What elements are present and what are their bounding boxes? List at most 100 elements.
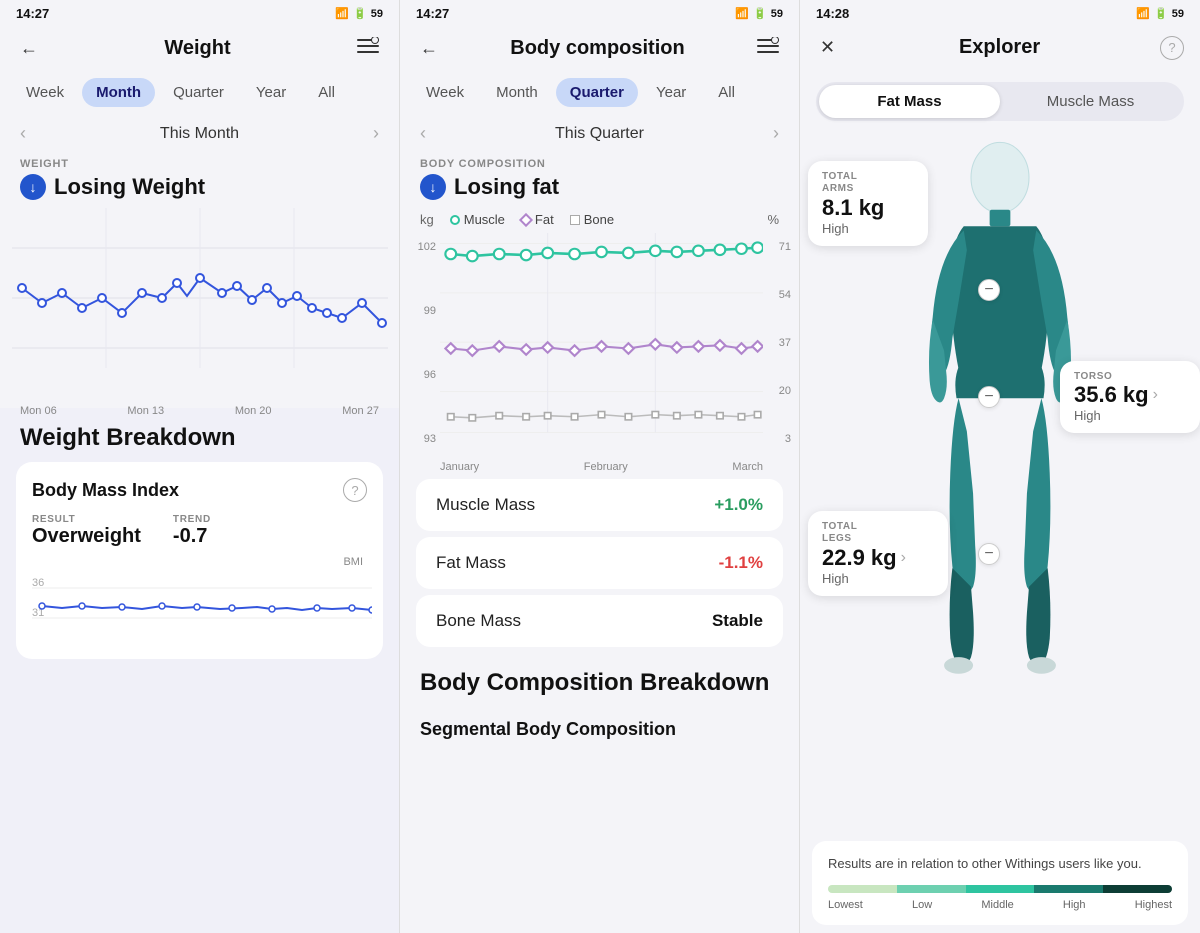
label-lowest: Lowest bbox=[828, 899, 863, 911]
fat-mass-value: -1.1% bbox=[719, 553, 763, 573]
period-label-2: This Quarter bbox=[555, 125, 644, 143]
status-bar-3: 14:28 📶 🔋 59 bbox=[800, 0, 1200, 25]
weight-section-label: WEIGHT bbox=[0, 150, 399, 172]
bmi-trend-col: TREND -0.7 bbox=[173, 514, 211, 548]
status-icons-1: 📶 🔋 59 bbox=[335, 7, 383, 20]
muscle-mass-card: Muscle Mass +1.0% bbox=[416, 479, 783, 531]
close-button[interactable]: ✕ bbox=[816, 33, 839, 62]
tab-all-2[interactable]: All bbox=[704, 78, 749, 107]
signal-icon-3: 📶 bbox=[1136, 7, 1150, 20]
y-left-labels: 102 99 96 93 bbox=[408, 241, 436, 445]
bone-mass-card: Bone Mass Stable bbox=[416, 595, 783, 647]
segment-highest bbox=[1103, 885, 1172, 893]
weight-chart: Mon 06 Mon 13 Mon 20 Mon 27 bbox=[0, 208, 399, 408]
chart-legend: kg Muscle Fat Bone % bbox=[400, 208, 799, 233]
xlabel-4: Mon 27 bbox=[342, 405, 379, 417]
legs-arrow-icon: › bbox=[901, 549, 906, 567]
arms-label: TOTAL ARMS bbox=[822, 171, 914, 195]
bone-mass-value: Stable bbox=[712, 611, 763, 631]
tab-year-1[interactable]: Year bbox=[242, 78, 300, 107]
tab-quarter-1[interactable]: Quarter bbox=[159, 78, 238, 107]
label-middle: Middle bbox=[981, 899, 1013, 911]
body-comp-breakdown-title: Body Composition Breakdown bbox=[400, 653, 799, 707]
back-button-2[interactable]: ← bbox=[416, 34, 442, 63]
status-bar-1: 14:27 📶 🔋 59 bbox=[0, 0, 399, 25]
xlabel-2: Mon 13 bbox=[127, 405, 164, 417]
fat-legend-diamond bbox=[519, 212, 533, 226]
legend-pct-label: % bbox=[767, 212, 779, 227]
bmi-mini-chart-svg: 36 31 bbox=[32, 568, 372, 638]
bmi-label: BMI bbox=[343, 556, 363, 568]
tab-year-2[interactable]: Year bbox=[642, 78, 700, 107]
prev-period-2[interactable]: ‹ bbox=[420, 123, 426, 144]
status-bar-2: 14:27 📶 🔋 59 bbox=[400, 0, 799, 25]
tab-fat-mass[interactable]: Fat Mass bbox=[819, 85, 1000, 118]
weight-breakdown-section: Weight Breakdown Body Mass Index ? RESUL… bbox=[0, 408, 399, 933]
torso-card: TORSO 35.6 kg › High bbox=[1060, 361, 1200, 433]
status-icons-3: 📶 🔋 59 bbox=[1136, 7, 1184, 20]
legs-value: 22.9 kg bbox=[822, 545, 897, 571]
weight-x-labels: Mon 06 Mon 13 Mon 20 Mon 27 bbox=[12, 403, 387, 417]
torso-label: TORSO bbox=[1074, 371, 1186, 382]
weight-trend-text: Losing Weight bbox=[54, 174, 205, 200]
tab-week-2[interactable]: Week bbox=[412, 78, 478, 107]
time-2: 14:27 bbox=[416, 6, 449, 21]
explorer-tab-bar: Fat Mass Muscle Mass bbox=[816, 82, 1184, 121]
y-left-1: 99 bbox=[408, 305, 436, 317]
body-comp-trend: ↓ Losing fat bbox=[400, 172, 799, 208]
svg-text:36: 36 bbox=[32, 577, 44, 589]
signal-icon: 📶 bbox=[335, 7, 349, 20]
legend-muscle: Muscle bbox=[450, 212, 505, 227]
legend-bone-label: Bone bbox=[584, 212, 614, 227]
bone-mass-label: Bone Mass bbox=[436, 611, 521, 631]
next-period-1[interactable]: › bbox=[373, 123, 379, 144]
tab-month-2[interactable]: Month bbox=[482, 78, 552, 107]
tab-all-1[interactable]: All bbox=[304, 78, 349, 107]
bmi-info-button[interactable]: ? bbox=[343, 478, 367, 502]
menu-button-1[interactable] bbox=[353, 33, 383, 64]
body-comp-chart-svg bbox=[440, 233, 763, 443]
weight-tab-bar: Week Month Quarter Year All bbox=[0, 74, 399, 117]
body-comp-chart: 102 99 96 93 71 54 37 20 3 bbox=[408, 233, 791, 473]
fat-mass-card: Fat Mass -1.1% bbox=[416, 537, 783, 589]
explorer-panel: 14:28 📶 🔋 59 ✕ Explorer ? Fat Mass Muscl… bbox=[800, 0, 1200, 933]
bar-labels: Lowest Low Middle High Highest bbox=[828, 899, 1172, 911]
help-button[interactable]: ? bbox=[1160, 36, 1184, 60]
body-figure-container: TOTAL ARMS 8.1 kg High − TORSO 35.6 kg ›… bbox=[800, 131, 1200, 833]
period-label-1: This Month bbox=[160, 125, 239, 143]
torso-status: High bbox=[1074, 408, 1186, 423]
tab-week-1[interactable]: Week bbox=[12, 78, 78, 107]
body-xlabel-1: January bbox=[440, 461, 479, 473]
bmi-card: Body Mass Index ? RESULT Overweight TREN… bbox=[16, 462, 383, 659]
tab-month-1[interactable]: Month bbox=[82, 78, 155, 107]
legend-kg-label: kg bbox=[420, 212, 434, 227]
legend-muscle-label: Muscle bbox=[464, 212, 505, 227]
battery-icon: 🔋 bbox=[353, 7, 367, 20]
y-right-2: 37 bbox=[767, 337, 791, 349]
y-right-0: 71 bbox=[767, 241, 791, 253]
status-icons-2: 📶 🔋 59 bbox=[735, 7, 783, 20]
body-xlabel-2: February bbox=[584, 461, 628, 473]
result-value: Overweight bbox=[32, 525, 141, 547]
tab-muscle-mass[interactable]: Muscle Mass bbox=[1000, 85, 1181, 118]
tab-quarter-2[interactable]: Quarter bbox=[556, 78, 638, 107]
legs-minus-button[interactable]: − bbox=[978, 543, 1000, 565]
menu-button-2[interactable] bbox=[753, 33, 783, 64]
arms-card: TOTAL ARMS 8.1 kg High bbox=[808, 161, 928, 246]
explorer-header: ✕ Explorer ? bbox=[800, 25, 1200, 72]
torso-arrow-icon: › bbox=[1153, 386, 1158, 404]
segmental-title: Segmental Body Composition bbox=[400, 707, 799, 744]
legend-fat: Fat bbox=[521, 212, 554, 227]
battery-pct-1: 59 bbox=[371, 8, 383, 20]
xlabel-3: Mon 20 bbox=[235, 405, 272, 417]
torso-minus-button[interactable]: − bbox=[978, 386, 1000, 408]
back-button-1[interactable]: ← bbox=[16, 34, 42, 63]
legend-pct: % bbox=[630, 212, 779, 227]
next-period-2[interactable]: › bbox=[773, 123, 779, 144]
muscle-mass-value: +1.0% bbox=[714, 495, 763, 515]
result-label: RESULT bbox=[32, 514, 141, 525]
prev-period-1[interactable]: ‹ bbox=[20, 123, 26, 144]
xlabel-1: Mon 06 bbox=[20, 405, 57, 417]
muscle-mass-label: Muscle Mass bbox=[436, 495, 535, 515]
arms-minus-button[interactable]: − bbox=[978, 279, 1000, 301]
